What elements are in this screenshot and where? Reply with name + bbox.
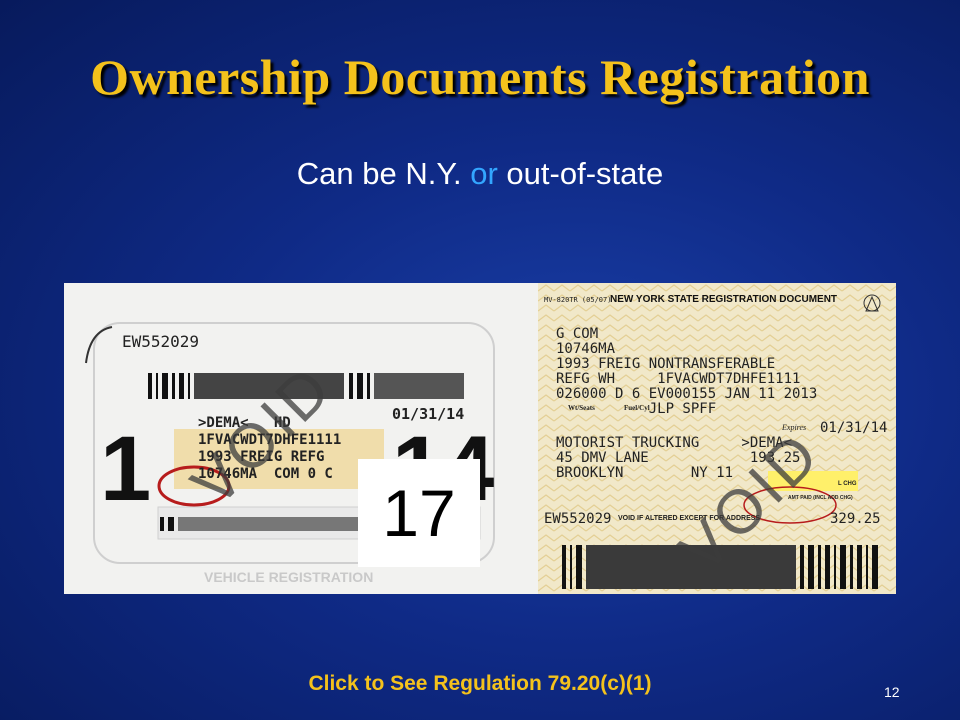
subtitle-highlight: or bbox=[470, 156, 498, 191]
document-serial: EW552029 bbox=[544, 511, 612, 527]
regulation-link[interactable]: Click to See Regulation 79.20(c)(1) bbox=[0, 672, 960, 696]
sticker-bottom-text: VEHICLE REGISTRATION bbox=[204, 569, 374, 585]
document-header: NEW YORK STATE REGISTRATION DOCUMENT bbox=[610, 294, 838, 305]
document-line: G COM bbox=[556, 326, 599, 342]
document-line: 026000 D 6 EV000155 JAN 11 2013 bbox=[556, 386, 818, 402]
slide-title: Ownership Documents Registration bbox=[90, 49, 870, 105]
document-line: 10746MA bbox=[556, 341, 616, 357]
label-wt-seats: Wt/Seats bbox=[568, 404, 595, 412]
document-line: 1993 FREIG NONTRANSFERABLE bbox=[556, 356, 776, 372]
slide-subtitle: Can be N.Y. or out-of-state bbox=[0, 156, 960, 192]
label-chg: L CHG bbox=[838, 481, 857, 487]
overlay-number-box: 17 bbox=[358, 459, 480, 567]
document-vehicle-lines: G COM 10746MA 1993 FREIG NONTRANSFERABLE RE… bbox=[556, 327, 817, 417]
subtitle-prefix: Can be N.Y. bbox=[296, 156, 471, 191]
expires-date: 01/31/14 bbox=[820, 420, 888, 436]
subtitle-suffix: out-of-state bbox=[497, 156, 664, 191]
total-amount: 329.25 bbox=[830, 511, 881, 527]
document-line: JLP SPFF bbox=[556, 401, 717, 417]
page-number: 12 bbox=[884, 684, 900, 700]
sticker-serial: EW552029 bbox=[122, 332, 200, 351]
document-line: REFG WH 1FVACWDT7DHFE1111 bbox=[556, 371, 801, 387]
form-code: MV-820TR (05/07) bbox=[544, 296, 612, 304]
label-fuel-cyl: Fuel/Cyl bbox=[624, 404, 650, 412]
sticker-big-month: 1 bbox=[100, 418, 152, 520]
